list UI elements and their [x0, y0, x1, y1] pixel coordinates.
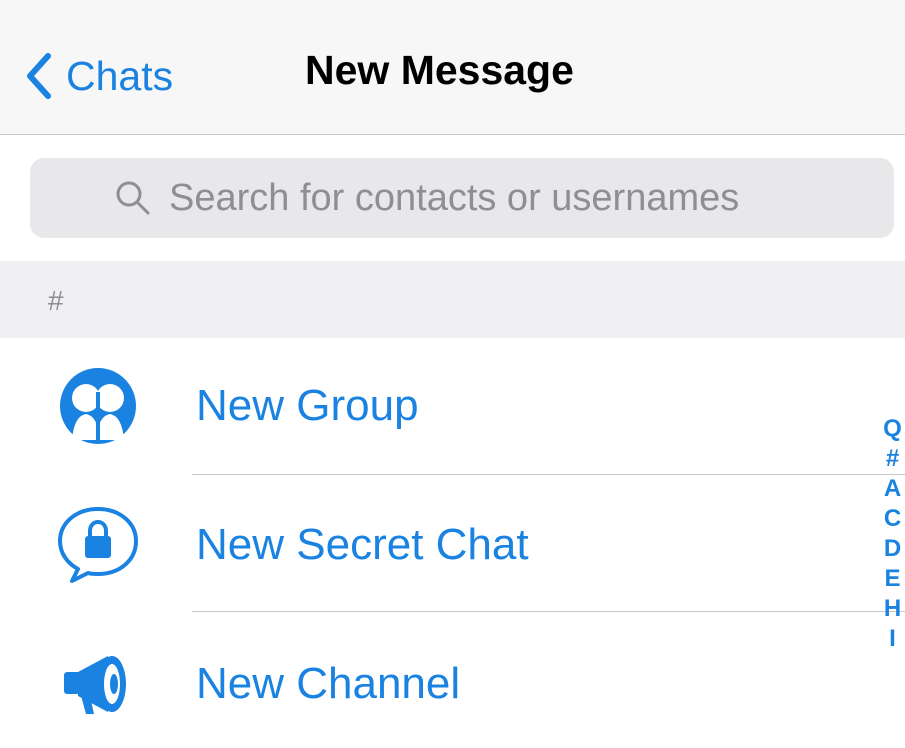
- index-h[interactable]: H: [880, 594, 905, 624]
- index-a[interactable]: A: [880, 474, 905, 504]
- new-group-label: New Group: [196, 381, 419, 430]
- search-bar[interactable]: [30, 158, 894, 238]
- back-button-label: Chats: [66, 52, 174, 99]
- megaphone-icon: [64, 656, 126, 714]
- section-header: #: [0, 261, 905, 338]
- chevron-left-icon: [27, 53, 51, 99]
- page-title: New Message: [305, 47, 574, 93]
- back-button[interactable]: Chats: [26, 46, 173, 106]
- lock-chat-icon: [58, 507, 138, 583]
- search-input[interactable]: [169, 176, 809, 220]
- section-header-label: #: [48, 285, 64, 316]
- new-group-row[interactable]: New Group: [0, 338, 880, 474]
- group-icon: [60, 368, 136, 444]
- index-d[interactable]: D: [880, 534, 905, 564]
- navigation-bar: Chats New Message: [0, 0, 905, 135]
- section-index[interactable]: Q # A C D E H I: [880, 414, 905, 654]
- search-icon: [116, 181, 150, 215]
- new-secret-chat-label: New Secret Chat: [196, 520, 529, 569]
- index-i[interactable]: I: [880, 624, 905, 654]
- index-search[interactable]: Q: [880, 414, 905, 444]
- new-channel-label: New Channel: [196, 659, 461, 708]
- index-hash[interactable]: #: [880, 444, 905, 474]
- new-secret-chat-row[interactable]: New Secret Chat: [0, 475, 880, 611]
- index-e[interactable]: E: [880, 564, 905, 594]
- search-area: [0, 135, 905, 260]
- index-c[interactable]: C: [880, 504, 905, 534]
